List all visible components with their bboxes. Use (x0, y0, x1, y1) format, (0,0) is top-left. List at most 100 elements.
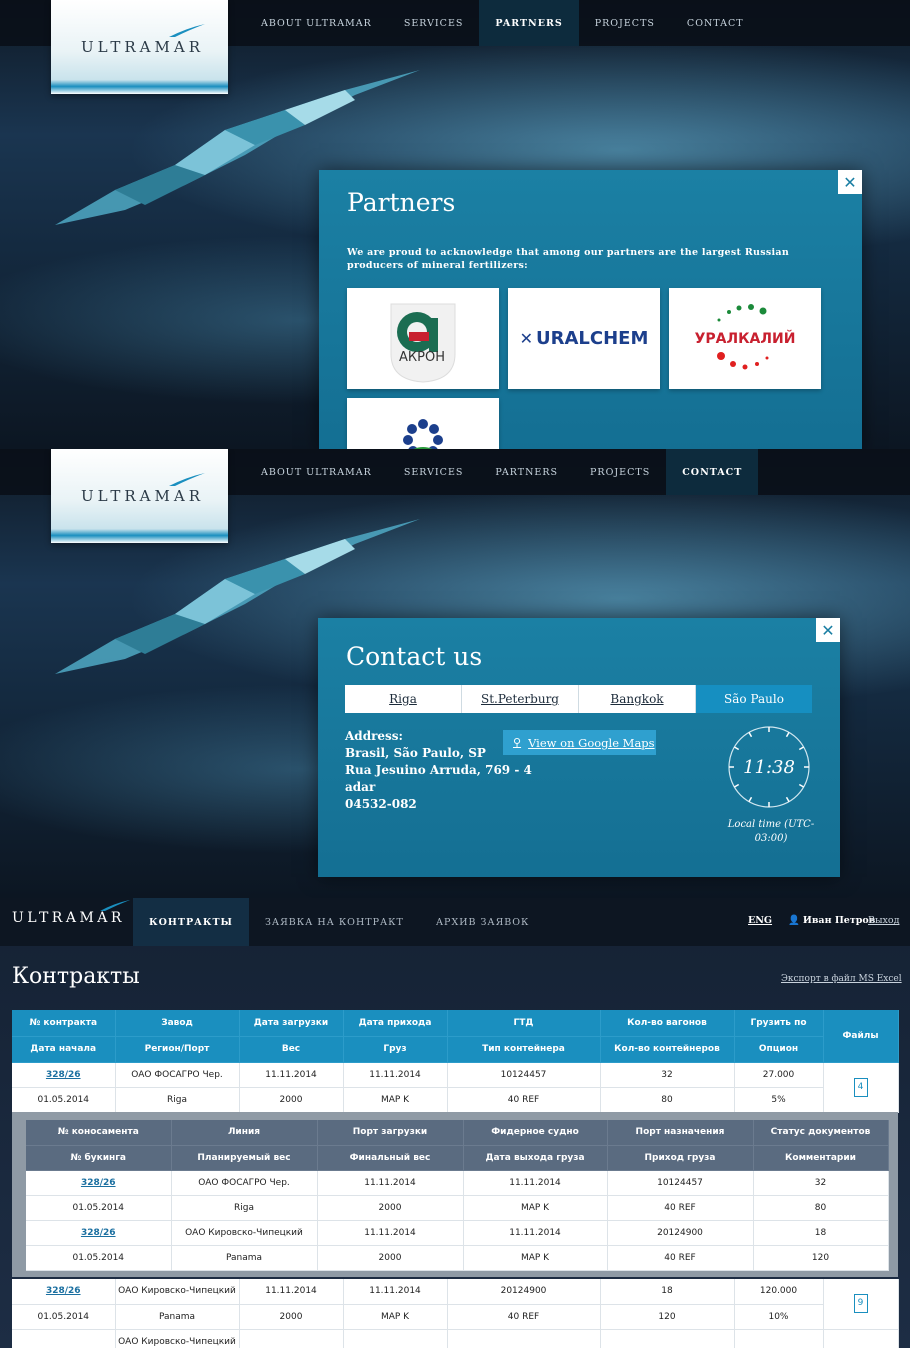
table-row[interactable]: 328/26 ОАО Кировско-Чипецкий 11.11.2014 … (12, 1279, 899, 1330)
table-cell: 10% (734, 1304, 824, 1330)
app-nav-contract-request[interactable]: ЗАЯВКА НА КОНТРАКТ (249, 898, 420, 946)
col-load-port[interactable]: Порт загрузки (317, 1120, 464, 1146)
partner-logo-uralchem[interactable]: ✕ URALCHEM (508, 288, 660, 389)
contract-link[interactable]: 328/26 (12, 1279, 116, 1305)
table-row[interactable]: ОАО Кировско-Чипецкий (12, 1329, 899, 1348)
ultramar-logo[interactable]: ULTRAMAR (51, 449, 228, 543)
table-row[interactable]: 01.05.2014 Riga 2000 MAP K 40 REF 80 5% (12, 1087, 898, 1113)
table-row[interactable]: 328/26 ОАО Кировско-Чипецкий 11.11.2014 … (26, 1220, 889, 1246)
bill-link[interactable]: 328/26 (26, 1170, 172, 1196)
table-row[interactable]: 01.05.2014 Panama 2000 MAP K 40 REF 120 (26, 1245, 889, 1271)
table-row[interactable]: 01.05.2014 Riga 2000 MAP K 40 REF 80 (26, 1195, 889, 1221)
table-cell: 32 (753, 1170, 889, 1196)
page-title: Контракты (12, 964, 140, 989)
ultramar-logo[interactable]: ULTRAMAR (51, 0, 228, 94)
language-switch[interactable]: ENG (748, 915, 772, 926)
col-container-type[interactable]: Тип контейнера (447, 1036, 601, 1063)
col-comments[interactable]: Комментарии (753, 1145, 889, 1171)
table-cell (239, 1329, 344, 1348)
nav-partners[interactable]: PARTNERS (479, 0, 579, 46)
google-maps-button[interactable]: ⚲ View on Google Maps (503, 730, 656, 755)
col-booking-no[interactable]: № букинга (26, 1145, 172, 1171)
nav-services[interactable]: SERVICES (388, 0, 480, 46)
col-bill-of-lading[interactable]: № коносамента (26, 1120, 172, 1146)
partner-logo-fourth[interactable] (347, 398, 499, 449)
app-logo[interactable]: ULTRAMAR (12, 910, 125, 926)
col-arrival-date[interactable]: Дата прихода (343, 1010, 448, 1037)
table-row[interactable]: 328/26 ОАО ФОСАГРО Чер. 11.11.2014 11.11… (26, 1170, 889, 1196)
col-start-date[interactable]: Дата начала (12, 1036, 116, 1063)
nav-contact[interactable]: CONTACT (671, 0, 760, 46)
table-cell: MAP K (343, 1087, 448, 1113)
table-row[interactable]: 328/26 ОАО ФОСАГРО Чер. 11.11.2014 11.11… (12, 1062, 899, 1113)
col-wagons[interactable]: Кол-во вагонов (600, 1010, 735, 1037)
table-cell: ОАО Кировско-Чипецкий (171, 1220, 318, 1246)
col-line[interactable]: Линия (171, 1120, 318, 1146)
col-destination-port[interactable]: Порт назначения (607, 1120, 754, 1146)
partners-panel: ✕ Partners We are proud to acknowledge t… (319, 170, 862, 449)
table-cell: 32 (600, 1062, 735, 1088)
col-cargo-departure[interactable]: Дата выхода груза (463, 1145, 608, 1171)
table-cell: MAP K (343, 1304, 448, 1330)
col-region-port[interactable]: Регион/Порт (115, 1036, 240, 1063)
col-plant[interactable]: Завод (115, 1010, 240, 1037)
col-contract-no[interactable]: № контракта (12, 1010, 116, 1037)
col-weight[interactable]: Вес (239, 1036, 344, 1063)
tab-st-peterburg[interactable]: St.Peterburg (462, 685, 579, 713)
table-cell: 120.000 (734, 1279, 824, 1305)
table-cell: 20124900 (607, 1220, 754, 1246)
contract-link[interactable]: 328/26 (12, 1062, 116, 1088)
logo-wordmark: ULTRAMAR (81, 487, 204, 505)
table-cell: 11.11.2014 (317, 1220, 464, 1246)
nav-partners[interactable]: PARTNERS (479, 449, 574, 495)
table-cell: ОАО ФОСАГРО Чер. (171, 1170, 318, 1196)
col-load-by[interactable]: Грузить по (734, 1010, 824, 1037)
col-option[interactable]: Опцион (734, 1036, 824, 1063)
table-cell: 80 (753, 1195, 889, 1221)
nav-services[interactable]: SERVICES (388, 449, 480, 495)
col-containers[interactable]: Кол-во контейнеров (600, 1036, 735, 1063)
col-cargo-arrival[interactable]: Приход груза (607, 1145, 754, 1171)
col-doc-status[interactable]: Статус документов (753, 1120, 889, 1146)
col-planned-weight[interactable]: Планируемый вес (171, 1145, 318, 1171)
user-name[interactable]: 👤 Иван Петров (788, 915, 875, 926)
table-cell: 120 (753, 1245, 889, 1271)
table-cell: 80 (600, 1087, 735, 1113)
col-cargo[interactable]: Груз (343, 1036, 448, 1063)
table-row[interactable]: 01.05.2014 Panama 2000 MAP K 40 REF 120 … (12, 1304, 898, 1330)
table-cell: 40 REF (607, 1245, 754, 1271)
nav-about[interactable]: ABOUT ULTRAMAR (245, 0, 388, 46)
table-cell: 10124457 (607, 1170, 754, 1196)
close-icon[interactable]: ✕ (816, 618, 840, 642)
nav-projects[interactable]: PROJECTS (574, 449, 666, 495)
akron-logo-icon (390, 303, 456, 383)
partner-logo-uralkali[interactable]: УРАЛКАЛИЙ (669, 288, 821, 389)
export-excel-link[interactable]: Экспорт в файл MS Excel (781, 974, 902, 984)
table-cell: Riga (115, 1087, 240, 1113)
tab-riga[interactable]: Riga (345, 685, 462, 713)
bill-link[interactable]: 328/26 (26, 1220, 172, 1246)
partner-logo-akron[interactable]: АКРОН (347, 288, 499, 389)
akron-logo-text: АКРОН (399, 350, 445, 365)
details-table: № коносамента Линия Порт загрузки Фидерн… (26, 1120, 889, 1271)
table-cell: 01.05.2014 (26, 1245, 172, 1271)
col-load-date[interactable]: Дата загрузки (239, 1010, 344, 1037)
table-cell: 11.11.2014 (239, 1279, 344, 1305)
col-gtd[interactable]: ГТД (447, 1010, 601, 1037)
nav-projects[interactable]: PROJECTS (579, 0, 671, 46)
col-feeder-vessel[interactable]: Фидерное судно (463, 1120, 608, 1146)
col-files[interactable]: Файлы (823, 1010, 899, 1063)
tab-bangkok[interactable]: Bangkok (579, 685, 696, 713)
uralchem-mark-icon: ✕ (519, 329, 534, 348)
file-count-icon[interactable]: 9 (853, 1294, 868, 1314)
col-final-weight[interactable]: Финальный вес (317, 1145, 464, 1171)
nav-contact[interactable]: CONTACT (666, 449, 759, 495)
app-nav-contracts[interactable]: КОНТРАКТЫ (133, 898, 249, 946)
tab-sao-paulo[interactable]: São Paulo (696, 685, 812, 713)
file-count-icon[interactable]: 4 (853, 1077, 868, 1097)
app-nav: КОНТРАКТЫ ЗАЯВКА НА КОНТРАКТ АРХИВ ЗАЯВО… (133, 898, 545, 946)
logout-link[interactable]: Выход (868, 915, 899, 926)
close-icon[interactable]: ✕ (838, 170, 862, 194)
app-nav-archive[interactable]: АРХИВ ЗАЯВОК (420, 898, 546, 946)
nav-about[interactable]: ABOUT ULTRAMAR (245, 449, 388, 495)
